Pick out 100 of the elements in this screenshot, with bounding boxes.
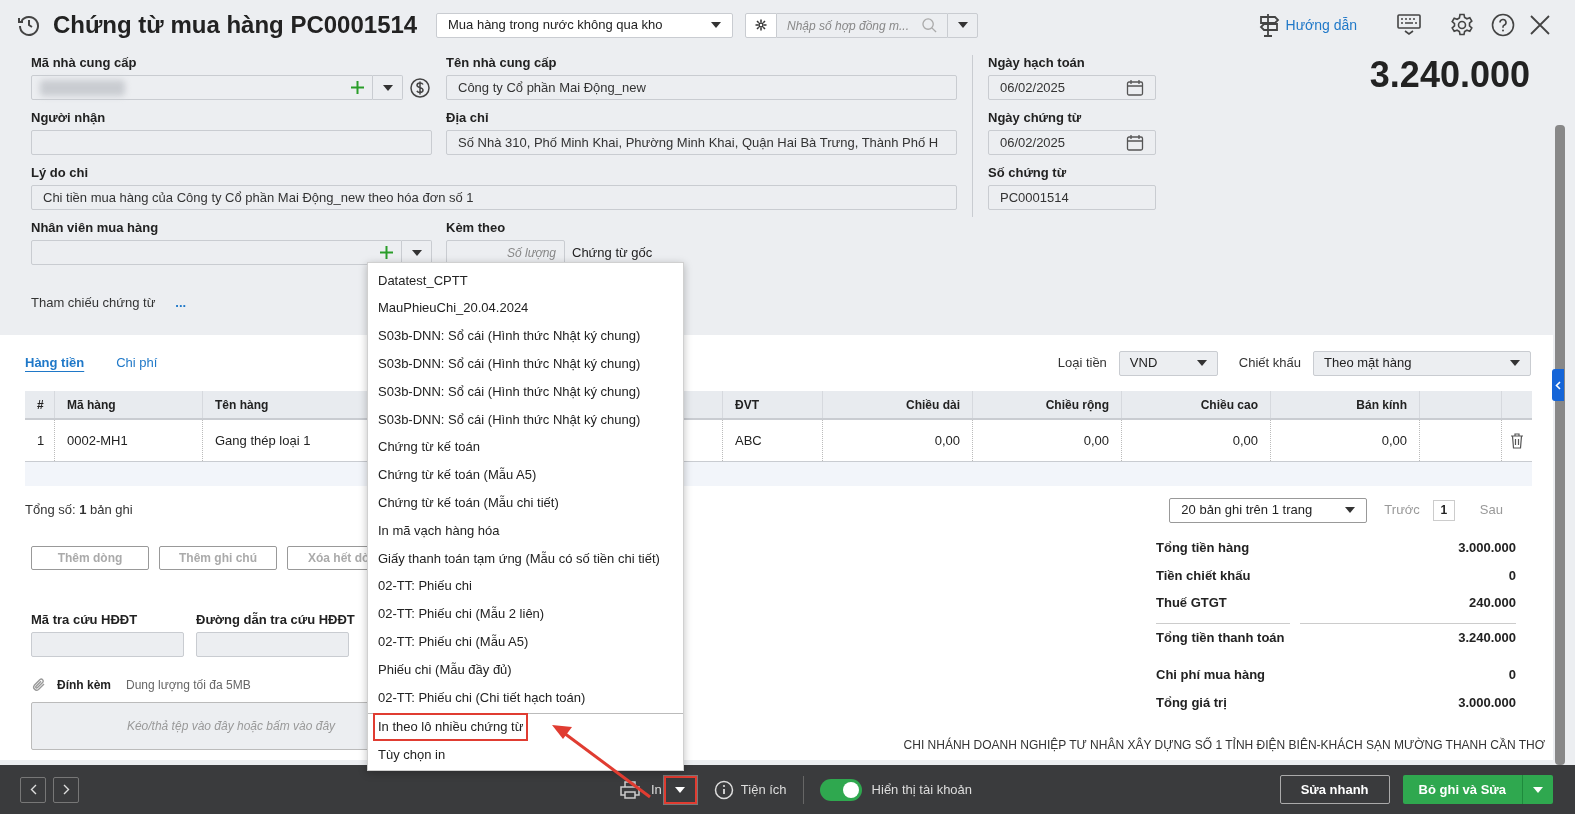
input-field[interactable]: PC0001514: [988, 185, 1156, 210]
toggle-label: Hiển thị tài khoản: [871, 780, 973, 799]
menu-item[interactable]: S03b-DNN: Sổ cái (Hình thức Nhật ký chung): [368, 321, 683, 350]
settings-button[interactable]: [745, 12, 777, 38]
date-field[interactable]: 06/02/2025: [988, 75, 1156, 100]
chevron-icon: [1555, 380, 1561, 390]
field-label: Tên nhà cung cấp: [446, 54, 558, 72]
utilities-label[interactable]: Tiện ích: [740, 779, 787, 800]
total-label: Chi phí mua hàng: [1156, 666, 1266, 684]
field-label: Ngày chứng từ: [988, 109, 1083, 127]
table-cell: 0,00: [973, 420, 1122, 461]
close-icon[interactable]: [1530, 15, 1550, 35]
input-field[interactable]: Công ty Cổ phần Mai Động_new: [446, 75, 957, 100]
chevron-icon: [62, 784, 70, 795]
print-menu-button[interactable]: [663, 775, 697, 804]
column-header: Chiều rộng: [973, 391, 1122, 418]
total-label: Tổng tiền thanh toán: [1156, 628, 1285, 647]
caret-icon: [1510, 360, 1520, 366]
total-label: Tổng tiền hàng: [1156, 539, 1250, 557]
total-label: Tiền chiết khấu: [1156, 566, 1251, 585]
table-cell: 0,00: [1122, 420, 1271, 461]
page-number[interactable]: 1: [1432, 499, 1455, 521]
paperclip-icon: [31, 676, 47, 694]
dollar-icon[interactable]: [410, 77, 430, 98]
collapse-tab[interactable]: [1552, 369, 1564, 401]
next-button[interactable]: [53, 776, 79, 803]
menu-item[interactable]: Chứng từ kế toán (Mẫu chi tiết): [368, 488, 683, 517]
caret-icon: [711, 22, 721, 28]
reference-link[interactable]: ...: [175, 293, 187, 313]
currency-dropdown[interactable]: VND: [1118, 350, 1218, 376]
keyboard-icon[interactable]: [1397, 14, 1421, 36]
table-cell: ABC: [723, 420, 823, 461]
input-field[interactable]: [31, 75, 373, 100]
menu-item[interactable]: S03b-DNN: Sổ cái (Hình thức Nhật ký chung): [368, 349, 683, 378]
tab[interactable]: Hàng tiền: [25, 353, 85, 373]
total-value: 3.000.000: [1458, 539, 1516, 557]
caret-icon: [411, 249, 422, 256]
record-count: Tổng số: 1 bản ghi: [25, 501, 133, 520]
plus-icon[interactable]: [380, 246, 394, 259]
dropdown-button[interactable]: [373, 75, 403, 100]
plus-icon[interactable]: [351, 81, 364, 94]
page-size-dropdown[interactable]: 20 bản ghi trên 1 trang: [1169, 497, 1368, 523]
guide-link[interactable]: Hướng dẫn: [1285, 14, 1357, 36]
input-field[interactable]: [196, 632, 349, 657]
input-field[interactable]: [31, 130, 432, 155]
column-header: Chiều cao: [1122, 391, 1271, 418]
field-label: Kèm theo: [446, 219, 507, 237]
chevron-icon: [29, 784, 37, 795]
discount-dropdown[interactable]: Theo mặt hàng: [1313, 350, 1531, 376]
date-field[interactable]: 06/02/2025: [988, 130, 1156, 155]
field-label: Lý do chi: [31, 164, 90, 182]
window-title: Chứng từ mua hàng PC0001514: [53, 10, 419, 40]
field-label: Chiết khấu: [1238, 354, 1301, 373]
tab[interactable]: Chi phí: [116, 353, 158, 373]
menu-item[interactable]: 02-TT: Phiếu chi: [368, 571, 683, 600]
column-header: #: [25, 391, 55, 418]
attachment-hint: Dung lượng tối đa 5MB: [126, 677, 251, 694]
field-label: Địa chỉ: [446, 109, 490, 127]
field-label: Nhân viên mua hàng: [31, 219, 160, 237]
input-field[interactable]: Số Nhà 310, Phố Minh Khai, Phường Minh Khai, Quận Hai Bà Trưng, Thành Phố H: [446, 130, 957, 155]
signpost-icon: [1257, 13, 1280, 37]
menu-item[interactable]: Chứng từ kế toán (Mẫu A5): [368, 460, 683, 489]
menu-item[interactable]: Chứng từ kế toán: [368, 432, 683, 461]
table-cell: 0,00: [1271, 420, 1420, 461]
table-cell: 0002-MH1: [55, 420, 203, 461]
total-value: 0: [1508, 566, 1516, 585]
menu-item[interactable]: Datatest_CPTT: [368, 266, 683, 294]
column-header: Chiều dài: [823, 391, 973, 418]
input-field[interactable]: [31, 240, 403, 265]
attachment-unit: Chứng từ gốc: [572, 243, 653, 262]
input-field[interactable]: [31, 632, 184, 657]
trash-icon[interactable]: [1510, 432, 1524, 449]
dropdown-button[interactable]: [947, 12, 978, 38]
menu-item[interactable]: MauPhieuChi_20.04.2024: [368, 293, 683, 322]
menu-item[interactable]: In mã vạch hàng hóa: [368, 516, 683, 544]
total-value: 240.000: [1469, 594, 1516, 612]
voucher-type-dropdown[interactable]: Mua hàng trong nước không qua kho: [436, 12, 733, 38]
info-icon[interactable]: [713, 779, 734, 800]
input-field[interactable]: Chi tiền mua hàng của Công ty Cổ phần Mai Động_new theo hóa đơn số 1: [31, 185, 957, 210]
caret-icon: [382, 84, 393, 91]
help-icon[interactable]: [1491, 13, 1515, 37]
menu-item[interactable]: 02-TT: Phiếu chi (Mẫu A5): [368, 627, 683, 656]
quick-edit-button[interactable]: Sửa nhanh: [1279, 775, 1390, 804]
company-name: CHI NHÁNH DOANH NGHIỆP TƯ NHÂN XÂY DỰNG SỐ 1 TỈNH ĐIỆN BIÊN-KHÁCH SẠN MƯỜNG THANH CẦN THƠ: [903, 736, 1545, 754]
reference-label: Tham chiếu chứng từ: [31, 294, 156, 312]
menu-item[interactable]: Phiếu chi (Mẫu đầy đủ): [368, 655, 683, 683]
search-field[interactable]: Nhập số hợp đồng m...: [777, 13, 947, 38]
scrollbar[interactable]: [1555, 125, 1565, 765]
calendar-icon: [1126, 133, 1144, 152]
prev-button[interactable]: [20, 776, 46, 803]
printer-icon[interactable]: [620, 780, 640, 799]
total-value: 3.000.000: [1458, 693, 1516, 712]
print-label[interactable]: In: [651, 779, 662, 800]
table-cell: 0,00: [823, 420, 973, 461]
menu-item[interactable]: 02-TT: Phiếu chi (Mẫu 2 liên): [368, 599, 683, 628]
settings-icon[interactable]: [1450, 13, 1474, 37]
search-icon: [922, 17, 937, 33]
field-label: Đường dẫn tra cứu HĐĐT: [196, 611, 355, 629]
toggle-switch[interactable]: [819, 778, 862, 801]
caret-icon: [957, 22, 968, 28]
